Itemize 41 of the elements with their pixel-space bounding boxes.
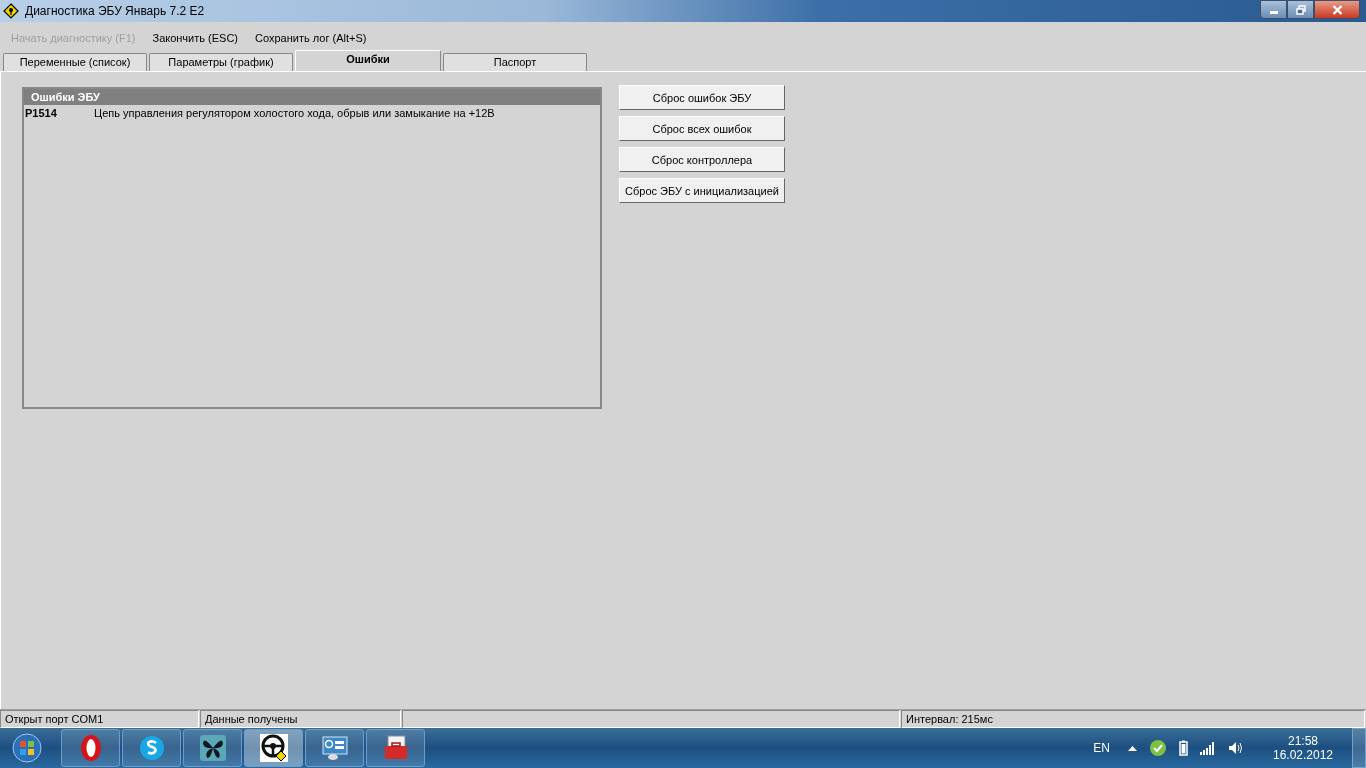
tab[interactable]: Параметры (график) (149, 53, 293, 71)
menu-item[interactable]: Сохранить лог (Alt+S) (255, 32, 367, 44)
steering-wheel-icon (258, 733, 289, 763)
error-description: Цепь управления регулятором холостого хода, обрыв или замыкание на +12В (94, 107, 495, 119)
panel-header: Ошибки ЭБУ (24, 89, 600, 105)
tab[interactable]: Переменные (список) (3, 53, 147, 71)
butterfly-icon (197, 733, 228, 763)
reset-button[interactable]: Сброс ошибок ЭБУ (619, 85, 785, 110)
tab[interactable]: Ошибки (295, 50, 441, 71)
reset-button[interactable]: Сброс ЭБУ с инициализацией (619, 178, 785, 203)
clock-time: 21:58 (1288, 734, 1318, 748)
windows-logo-icon (12, 733, 42, 763)
restore-button[interactable] (1287, 0, 1314, 19)
reset-button[interactable]: Сброс всех ошибок (619, 116, 785, 141)
battery-icon[interactable] (1179, 740, 1188, 756)
status-panel: Открыт порт COM1 (0, 710, 199, 728)
app-icon (3, 3, 19, 19)
close-icon (1331, 4, 1343, 15)
shield-check-icon[interactable] (1149, 739, 1167, 757)
control-panel-icon (319, 733, 350, 763)
language-indicator[interactable]: EN (1093, 741, 1110, 755)
taskbar-button[interactable] (305, 729, 364, 767)
show-hidden-icons[interactable] (1128, 745, 1137, 751)
minimize-icon (1269, 11, 1278, 14)
restore-icon (1295, 4, 1306, 15)
window-title: Диагностика ЭБУ Январь 7.2 E2 (25, 4, 206, 18)
error-code: P1514 (25, 107, 58, 119)
status-panel: Интервал: 215мс (901, 710, 1365, 728)
clock-date: 16.02.2012 (1272, 748, 1334, 762)
clock[interactable]: 21:58 16.02.2012 (1266, 734, 1340, 762)
speaker-icon[interactable] (1228, 741, 1244, 755)
tab[interactable]: Паспорт (443, 53, 587, 71)
reset-button[interactable]: Сброс контроллера (619, 147, 785, 172)
signal-icon[interactable] (1200, 741, 1216, 755)
taskbar-button[interactable] (61, 729, 120, 767)
status-panel: Данные получены (200, 710, 401, 728)
minimize-button[interactable] (1260, 0, 1287, 19)
menu-item[interactable]: Закончить (ESC) (152, 32, 239, 44)
taskbar-button[interactable] (244, 729, 303, 767)
taskbar-button[interactable] (183, 729, 242, 767)
close-button[interactable] (1314, 0, 1360, 19)
